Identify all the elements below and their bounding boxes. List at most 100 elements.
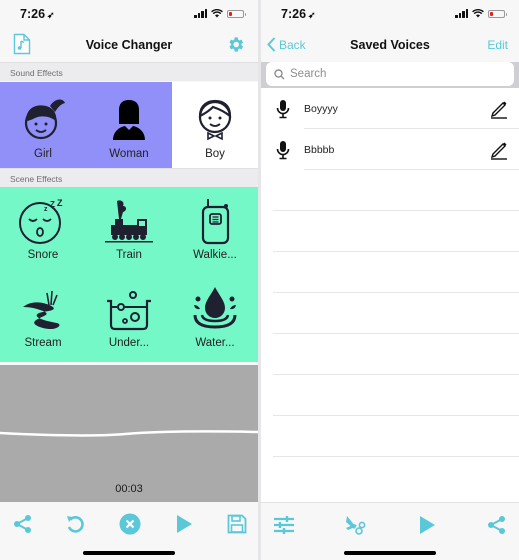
status-bar: 7:26 ➶: [0, 0, 258, 28]
effect-walkie-talkie[interactable]: Walkie...: [172, 187, 258, 274]
effect-underwater[interactable]: Under...: [86, 275, 172, 362]
walkie-talkie-icon: [201, 199, 230, 245]
edit-voice-button[interactable]: [479, 99, 519, 119]
woman-icon: [113, 100, 145, 140]
home-indicator: [83, 551, 175, 555]
edit-voice-button[interactable]: [479, 140, 519, 160]
effect-label: Water...: [195, 336, 235, 349]
boy-icon: [198, 99, 232, 141]
saved-voices-screen: 7:26➶ Back Saved Voices Edit Boyyyy Bbbb…: [261, 0, 519, 560]
adjust-button[interactable]: [270, 511, 298, 539]
share-icon: [488, 516, 505, 534]
stream-icon: [22, 290, 60, 329]
voice-name: Boyyyy: [304, 102, 338, 115]
play-button[interactable]: [170, 510, 198, 538]
page-title: Saved Voices: [350, 38, 430, 52]
svg-text:Z: Z: [57, 198, 63, 208]
signal-icon: [194, 9, 207, 18]
empty-row: [273, 293, 519, 334]
search-icon: [274, 68, 285, 79]
empty-row: [273, 211, 519, 252]
search-field: [266, 62, 514, 86]
svg-text:z: z: [44, 206, 48, 213]
cancel-icon: [119, 513, 141, 535]
play-icon: [420, 516, 435, 534]
empty-row: [273, 170, 519, 211]
train-icon: [104, 200, 153, 243]
left-toolbar: [0, 502, 258, 560]
battery-icon: [227, 9, 246, 18]
play-button[interactable]: [413, 511, 441, 539]
waveform-line: [0, 430, 258, 437]
elapsed-time: 00:03: [115, 483, 143, 495]
voice-changer-screen: 7:26 ➶ Voice Changer Sound Effects Girl W…: [0, 0, 258, 560]
effect-label: Girl: [34, 148, 52, 160]
effect-stream[interactable]: Stream: [0, 275, 86, 362]
share-icon: [14, 515, 31, 533]
saved-voices-list: Boyyyy Bbbbb: [261, 88, 519, 457]
edit-button[interactable]: Edit: [487, 38, 508, 52]
waveform-display: 00:03: [0, 365, 258, 502]
water-drop-icon: [193, 286, 237, 329]
girl-icon: [24, 99, 65, 140]
list-item[interactable]: Bbbbb: [261, 129, 519, 170]
effect-label: Under...: [108, 336, 150, 349]
pencil-icon: [490, 101, 507, 119]
snore-icon: zZ Z: [18, 198, 63, 244]
save-icon: [227, 514, 247, 534]
signal-icon: [455, 9, 468, 18]
scene-effects-grid: zZZ Snore Train Walkie... Stream Under..…: [0, 187, 258, 362]
microphone-icon: [276, 140, 289, 159]
sound-effects-header: Sound Effects: [0, 62, 258, 81]
effect-label: Boy: [205, 148, 225, 160]
share-button[interactable]: [483, 511, 511, 539]
svg-text:Z: Z: [50, 200, 55, 209]
empty-row: [273, 375, 519, 416]
underwater-icon: [106, 290, 151, 330]
effect-girl[interactable]: Girl: [0, 82, 86, 168]
undo-icon: [67, 516, 84, 533]
effect-label: Woman: [109, 148, 149, 160]
wifi-icon: [211, 9, 223, 18]
undo-button[interactable]: [61, 510, 89, 538]
effect-snore[interactable]: zZZ Snore: [0, 187, 86, 274]
empty-row: [273, 252, 519, 293]
empty-row: [273, 334, 519, 375]
save-button[interactable]: [223, 510, 251, 538]
home-indicator: [344, 551, 436, 555]
search-input[interactable]: [290, 68, 490, 80]
effect-water-drop[interactable]: Water...: [172, 275, 258, 362]
page-title: Voice Changer: [85, 38, 173, 52]
sliders-icon: [274, 516, 294, 534]
microphone-icon: [276, 99, 289, 118]
list-item[interactable]: Boyyyy: [261, 88, 519, 129]
effect-label: Snore: [27, 249, 59, 261]
effect-label: Train: [116, 249, 142, 261]
search-bar: [261, 62, 519, 88]
cancel-button[interactable]: [116, 510, 144, 538]
status-bar: 7:26 ➶: [261, 0, 519, 28]
battery-icon: [488, 9, 507, 18]
nav-bar: Voice Changer: [0, 28, 258, 62]
trim-button[interactable]: [341, 511, 369, 539]
gear-icon[interactable]: [226, 35, 245, 54]
voice-name: Bbbbb: [304, 143, 335, 156]
play-icon: [177, 515, 192, 533]
wifi-icon: [472, 9, 484, 18]
pencil-icon: [490, 142, 507, 160]
scene-effects-header: Scene Effects: [0, 168, 258, 187]
share-button[interactable]: [9, 510, 37, 538]
status-time: 7:26 ➶: [20, 7, 55, 21]
scissors-icon: [346, 516, 366, 535]
effect-train[interactable]: Train: [86, 187, 172, 274]
effect-woman[interactable]: Woman: [86, 82, 172, 168]
effect-boy[interactable]: Boy: [172, 82, 258, 168]
sound-effects-grid: Girl Woman Boy: [0, 82, 258, 168]
nav-bar: Back Saved Voices Edit: [261, 28, 519, 62]
effect-label: Walkie...: [193, 249, 237, 261]
right-toolbar: [261, 502, 519, 560]
location-icon: ➶: [308, 10, 316, 20]
empty-row: [273, 416, 519, 457]
location-icon: ➶: [47, 10, 55, 20]
effect-label: Stream: [24, 336, 62, 349]
